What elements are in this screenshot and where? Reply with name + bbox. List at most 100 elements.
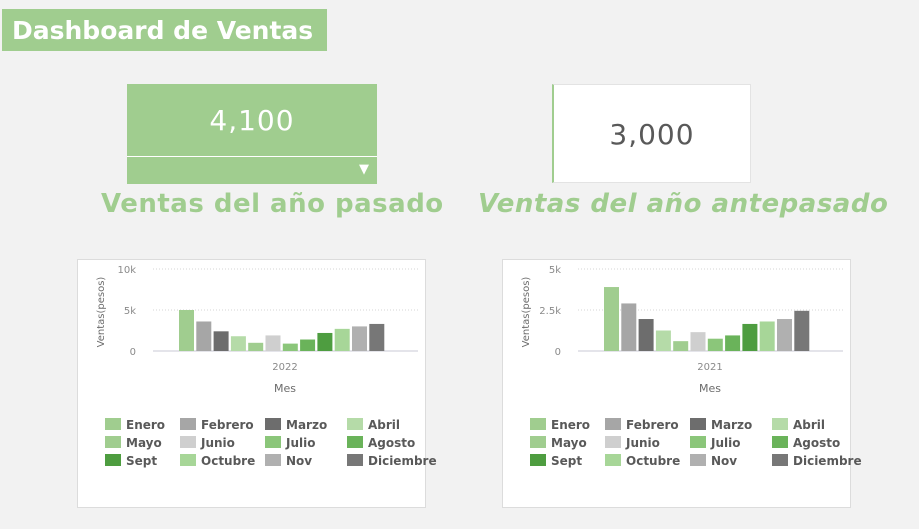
page-title: Dashboard de Ventas	[2, 9, 327, 51]
legend-swatch	[347, 454, 363, 466]
legend-swatch	[772, 436, 788, 448]
bar-marzo[interactable]	[638, 319, 654, 351]
bar-mayo[interactable]	[248, 342, 264, 351]
kpi-value-two-years-ago: 3,000	[609, 118, 695, 151]
legend-label: Junio	[626, 436, 660, 450]
legend-label: Mayo	[551, 436, 587, 450]
legend-swatch	[690, 454, 706, 466]
legend-label: Julio	[286, 436, 316, 450]
legend-swatch	[347, 436, 363, 448]
bar-mayo[interactable]	[673, 341, 689, 351]
legend-item-febrero[interactable]: Febrero	[180, 418, 254, 434]
bar-febrero[interactable]	[196, 321, 212, 351]
legend-swatch	[605, 454, 621, 466]
legend-label: Junio	[201, 436, 235, 450]
legend-item-agosto[interactable]: Agosto	[347, 436, 415, 452]
legend-swatch	[690, 436, 706, 448]
legend-label: Abril	[793, 418, 826, 432]
legend-item-mayo[interactable]: Mayo	[105, 436, 162, 452]
x-axis-label: Mes	[274, 382, 296, 395]
legend-item-sept[interactable]: Sept	[530, 454, 582, 470]
legend-item-marzo[interactable]: Marzo	[265, 418, 327, 434]
legend-label: Sept	[126, 454, 158, 468]
legend-label: Abril	[368, 418, 401, 432]
bar-enero[interactable]	[179, 310, 194, 351]
legend-item-sept[interactable]: Sept	[105, 454, 157, 470]
legend-swatch	[180, 454, 196, 466]
bar-enero[interactable]	[604, 287, 619, 351]
legend-item-julio[interactable]: Julio	[265, 436, 315, 452]
legend-item-nov[interactable]: Nov	[265, 454, 312, 470]
bar-julio[interactable]	[282, 343, 298, 351]
y-tick-label: 0	[555, 347, 561, 358]
y-tick-label: 10k	[117, 265, 136, 276]
bar-abril[interactable]	[655, 330, 671, 352]
legend-item-abril[interactable]: Abril	[772, 418, 825, 434]
legend-label: Octubre	[626, 454, 681, 468]
y-tick-label: 0	[130, 347, 136, 358]
legend-label: Julio	[711, 436, 741, 450]
legend-item-junio[interactable]: Junio	[180, 436, 235, 452]
y-tick-label: 5k	[124, 306, 136, 317]
legend-label: Febrero	[626, 418, 679, 432]
kpi-caption-last-year: Ventas del año pasado	[101, 189, 444, 219]
legend-item-enero[interactable]: Enero	[105, 418, 165, 434]
bar-nov[interactable]	[777, 319, 792, 351]
legend-swatch	[605, 418, 621, 430]
legend-item-febrero[interactable]: Febrero	[605, 418, 679, 434]
legend-label: Enero	[126, 418, 166, 432]
legend-item-abril[interactable]: Abril	[347, 418, 400, 434]
kpi-divider	[127, 156, 377, 157]
bar-junio[interactable]	[690, 332, 706, 351]
legend-item-marzo[interactable]: Marzo	[690, 418, 752, 434]
legend-item-octubre[interactable]: Octubre	[605, 454, 680, 470]
bar-diciembre[interactable]	[369, 323, 385, 351]
bar-octubre[interactable]	[759, 321, 775, 351]
legend-item-octubre[interactable]: Octubre	[180, 454, 255, 470]
kpi-value-last-year: 4,100	[209, 104, 295, 137]
legend-swatch	[105, 454, 121, 466]
legend-item-nov[interactable]: Nov	[690, 454, 737, 470]
legend-item-mayo[interactable]: Mayo	[530, 436, 587, 452]
chart-panel-2022: 0 5k 10k 2022 Mes Ventas(pesos) Enero Febrero M…	[77, 259, 437, 508]
legend-label: Diciembre	[793, 454, 862, 468]
bar-agosto[interactable]	[300, 339, 316, 351]
legend-swatch	[347, 418, 363, 430]
y-tick-label: 5k	[549, 265, 561, 276]
y-axis-label: Ventas(pesos)	[521, 277, 532, 348]
triangle-down-icon[interactable]: ▼	[359, 162, 369, 177]
legend-item-agosto[interactable]: Agosto	[772, 436, 840, 452]
kpi-card-last-year[interactable]: 4,100 ▼	[127, 84, 377, 184]
legend-label: Sept	[551, 454, 583, 468]
x-axis-label: Mes	[699, 382, 721, 395]
legend-swatch	[530, 454, 546, 466]
legend-item-diciembre[interactable]: Diciembre	[347, 454, 437, 470]
legend-item-enero[interactable]: Enero	[530, 418, 590, 434]
bar-octubre[interactable]	[334, 328, 350, 351]
legend-item-diciembre[interactable]: Diciembre	[772, 454, 862, 470]
bar-diciembre[interactable]	[794, 310, 810, 351]
bar-junio[interactable]	[265, 335, 281, 351]
bar-abril[interactable]	[230, 336, 246, 351]
y-tick-label: 2.5k	[539, 306, 561, 317]
legend-swatch	[265, 454, 281, 466]
legend-label: Octubre	[201, 454, 256, 468]
legend-swatch	[180, 418, 196, 430]
legend-swatch	[530, 418, 546, 430]
legend-label: Marzo	[711, 418, 753, 432]
legend-item-julio[interactable]: Julio	[690, 436, 740, 452]
bar-febrero[interactable]	[621, 303, 637, 351]
legend-swatch	[530, 436, 546, 448]
legend-label: Nov	[286, 454, 313, 468]
legend-label: Marzo	[286, 418, 328, 432]
legend-item-junio[interactable]: Junio	[605, 436, 660, 452]
bar-sept[interactable]	[317, 332, 333, 351]
bar-sept[interactable]	[742, 323, 758, 351]
legend-swatch	[772, 418, 788, 430]
legend-swatch	[105, 418, 121, 430]
legend-swatch	[772, 454, 788, 466]
bar-nov[interactable]	[352, 326, 367, 351]
bar-julio[interactable]	[707, 338, 723, 351]
bar-marzo[interactable]	[213, 331, 229, 351]
bar-agosto[interactable]	[725, 335, 741, 351]
